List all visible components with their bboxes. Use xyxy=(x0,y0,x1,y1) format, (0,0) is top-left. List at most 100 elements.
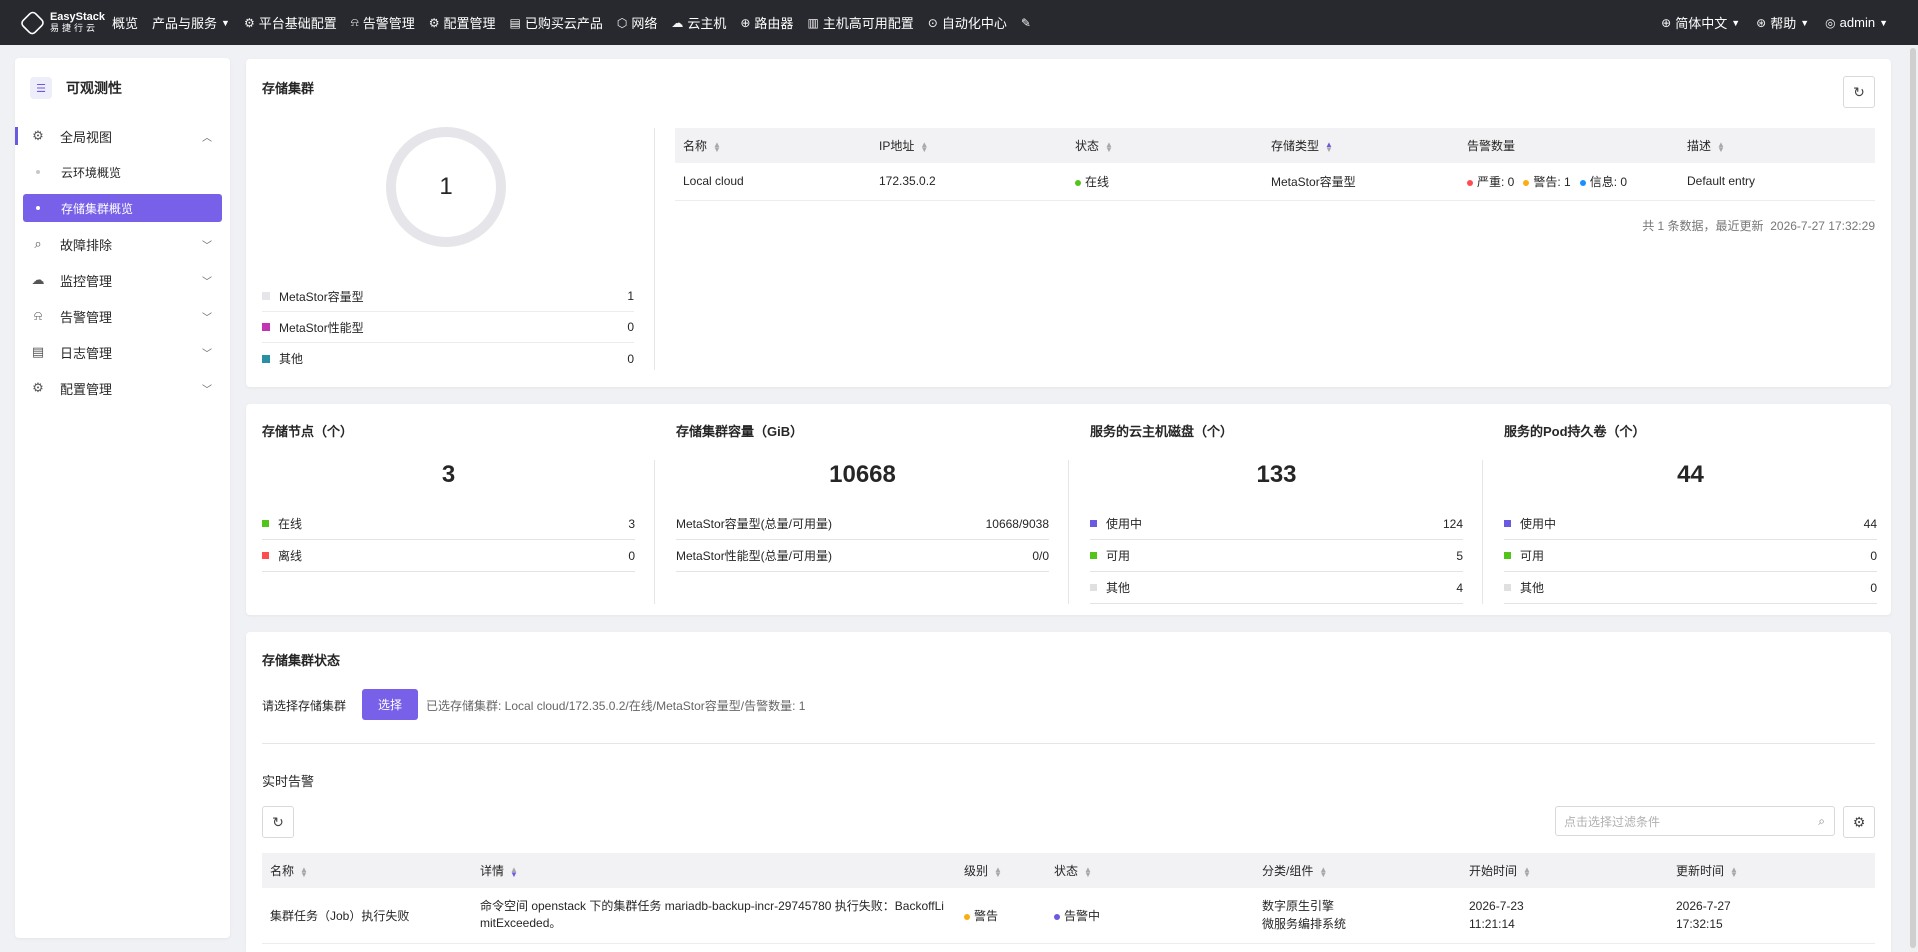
table-settings-button[interactable]: ⚙ xyxy=(1843,806,1875,838)
language-selector[interactable]: ⊕ 简体中文 ▼ xyxy=(1653,0,1748,45)
legend-swatch xyxy=(262,520,269,527)
stat-row: 使用中 124 xyxy=(1090,508,1463,540)
nav-purchased-products[interactable]: ▤ 已购买云产品 xyxy=(502,0,609,45)
legend-swatch xyxy=(1504,552,1511,559)
cell-detail: 命令空间 openstack 下的集群任务 mariadb-backup-inc… xyxy=(472,888,956,944)
page-scrollbar[interactable] xyxy=(1909,46,1917,952)
alarm-icon: ⍾ xyxy=(350,15,359,29)
troubleshoot-icon: ⌕ xyxy=(34,236,42,251)
nav-automation-center[interactable]: ⊙ 自动化中心 xyxy=(921,0,1014,45)
chevron-down-icon: ﹀ xyxy=(202,384,212,396)
nav-menu: 概览 产品与服务 ▼ ⚙ 平台基础配置 ⍾ 告警管理 ⚙ 配置管理 ▤ 已购买云产品 ⬡ 网… xyxy=(105,0,1042,45)
sidebar-item-logs[interactable]: ▤ 日志管理 ﹀ xyxy=(15,334,230,370)
stat-row: 使用中 44 xyxy=(1504,508,1877,540)
stat-value: 44 xyxy=(1677,461,1704,488)
cell-name: Local cloud xyxy=(675,163,871,201)
refresh-icon: ↻ xyxy=(1853,83,1865,100)
col-category[interactable]: 分类/组件 ▲ ▼ xyxy=(1254,853,1461,888)
stat-storage-nodes: 存储节点（个） 3 在线 3 离线 0 xyxy=(262,404,635,614)
logo-mark-icon xyxy=(19,9,46,36)
nav-network[interactable]: ⬡ 网络 xyxy=(610,0,665,45)
easystack-logo[interactable]: EasyStack 易捷行云 xyxy=(19,9,105,36)
nav-alarm-management[interactable]: ⍾ 告警管理 xyxy=(344,0,422,45)
legend-swatch xyxy=(1090,584,1097,591)
storage-cluster-card: 存储集群 ↻ 1 MetaStor容量型 1 MetaStor性能型 0 其他 … xyxy=(246,59,1891,387)
col-name[interactable]: 名称 ▲ ▼ xyxy=(675,128,871,163)
sort-icon: ▲ ▼ xyxy=(1717,139,1725,154)
help-icon: ⊛ xyxy=(1756,15,1767,30)
refresh-button[interactable]: ↻ xyxy=(1843,76,1875,108)
select-cluster-button[interactable]: 选择 xyxy=(362,689,418,720)
nav-host-ha-config[interactable]: ▥ 主机高可用配置 xyxy=(800,0,920,45)
user-menu[interactable]: ◎ admin ▼ xyxy=(1817,0,1896,45)
nav-router[interactable]: ⊕ 路由器 xyxy=(733,0,800,45)
alarm-filter-input[interactable]: 点击选择过滤条件 ⌕ xyxy=(1555,806,1835,836)
cell-status: 告警中 xyxy=(1046,888,1254,944)
table-header-row: 名称 ▲ ▼ IP地址 ▲ ▼ 状态 ▲ ▼ 存储类型 ▲ ▼ 告警数量 描述 ▲ ▼ xyxy=(675,128,1875,163)
storage-cluster-title: 存储集群 xyxy=(262,81,315,96)
globe-icon: ⊕ xyxy=(1661,15,1672,30)
stat-row: 在线 3 xyxy=(262,508,635,540)
legend-swatch xyxy=(262,292,270,300)
col-type[interactable]: 存储类型 ▲ ▼ xyxy=(1263,128,1459,163)
sort-icon: ▲ ▼ xyxy=(1730,864,1738,879)
stat-row: 其他 4 xyxy=(1090,572,1463,604)
scrollbar-thumb[interactable] xyxy=(1910,48,1916,948)
refresh-icon: ↻ xyxy=(272,813,284,830)
nav-cloud-host[interactable]: ☁ 云主机 xyxy=(664,0,733,45)
chevron-down-icon: ﹀ xyxy=(202,348,212,360)
alarms-refresh-button[interactable]: ↻ xyxy=(262,806,294,838)
cell-type: MetaStor容量型 xyxy=(1263,163,1459,201)
stat-row: 其他 0 xyxy=(1504,572,1877,604)
sidebar-item-alarms[interactable]: ⍾ 告警管理 ﹀ xyxy=(15,298,230,334)
sidebar-item-config[interactable]: ⚙ 配置管理 ﹀ xyxy=(15,370,230,406)
col-update-time[interactable]: 更新时间 ▲ ▼ xyxy=(1668,853,1875,888)
col-ip[interactable]: IP地址 ▲ ▼ xyxy=(871,128,1067,163)
nav-pin[interactable]: ✎ xyxy=(1014,0,1042,45)
nav-overview[interactable]: 概览 xyxy=(105,0,145,45)
nav-platform-config[interactable]: ⚙ 平台基础配置 xyxy=(237,0,344,45)
nav-config-management[interactable]: ⚙ 配置管理 xyxy=(422,0,503,45)
col-status[interactable]: 状态 ▲ ▼ xyxy=(1067,128,1263,163)
top-nav-bar: EasyStack 易捷行云 概览 产品与服务 ▼ ⚙ 平台基础配置 ⍾ 告警管理 ⚙… xyxy=(0,0,1918,45)
table-row[interactable]: 集群任务（Job）执行失败 命令空间 openstack 下的集群任务 mari… xyxy=(262,888,1875,944)
col-level[interactable]: 级别 ▲ ▼ xyxy=(956,853,1046,888)
alarming-dot xyxy=(1054,913,1060,920)
network-icon: ⬡ xyxy=(616,15,628,30)
cell-name: 集群任务（Job）执行失败 xyxy=(262,888,472,944)
critical-dot xyxy=(1467,179,1473,186)
gear-icon: ⚙ xyxy=(243,15,255,30)
sort-icon: ▲ ▼ xyxy=(713,139,721,154)
col-desc[interactable]: 描述 ▲ ▼ xyxy=(1679,128,1875,163)
nav-products-services[interactable]: 产品与服务 ▼ xyxy=(145,0,237,45)
sidebar-item-storage-cluster-overview[interactable]: 存储集群概览 xyxy=(23,194,222,222)
sort-icon: ▲ ▼ xyxy=(300,864,308,879)
sort-icon: ▲ ▼ xyxy=(1523,864,1531,879)
col-name[interactable]: 名称 ▲ ▼ xyxy=(262,853,472,888)
caret-down-icon: ▼ xyxy=(1731,17,1741,28)
col-status[interactable]: 状态 ▲ ▼ xyxy=(1046,853,1254,888)
menu-icon: ☰ xyxy=(30,77,52,99)
monitor-icon: ☁ xyxy=(31,272,45,287)
cell-ip: 172.35.0.2 xyxy=(871,163,1067,201)
cell-status: 在线 xyxy=(1067,163,1263,201)
gear-icon: ⚙ xyxy=(428,15,440,30)
nav-right: ⊕ 简体中文 ▼ ⊛ 帮助 ▼ ◎ admin ▼ xyxy=(1653,0,1896,45)
col-detail[interactable]: 详情 ▲ ▼ xyxy=(472,853,956,888)
stat-value: 10668 xyxy=(829,461,896,488)
host-icon: ▥ xyxy=(807,15,819,30)
help-menu[interactable]: ⊛ 帮助 ▼ xyxy=(1748,0,1817,45)
stat-row: 可用 5 xyxy=(1090,540,1463,572)
sidebar-item-monitoring[interactable]: ☁ 监控管理 ﹀ xyxy=(15,262,230,298)
table-row[interactable]: Local cloud 172.35.0.2 在线 MetaStor容量型 严重… xyxy=(675,163,1875,201)
table-footer: 共 1 条数据，最近更新 2026-7-27 17:32:29 xyxy=(1642,219,1875,233)
sort-icon: ▲ ▼ xyxy=(1084,864,1092,879)
caret-down-icon: ▼ xyxy=(1879,17,1888,28)
cluster-donut: 1 xyxy=(386,127,506,247)
col-start-time[interactable]: 开始时间 ▲ ▼ xyxy=(1461,853,1668,888)
sidebar-item-troubleshooting[interactable]: ⌕ 故障排除 ﹀ xyxy=(15,226,230,262)
table-header-row: 名称 ▲ ▼ 详情 ▲ ▼ 级别 ▲ ▼ 状态 ▲ ▼ 分类/组件 ▲ ▼ 开始时间 ▲ ▼ 更新时间 ▲… xyxy=(262,853,1875,888)
sidebar-item-cloud-overview[interactable]: 云环境概览 xyxy=(15,154,230,190)
legend-swatch xyxy=(262,354,270,363)
sidebar-item-global-view[interactable]: ⚙ 全局视图 ︿ xyxy=(15,118,230,154)
